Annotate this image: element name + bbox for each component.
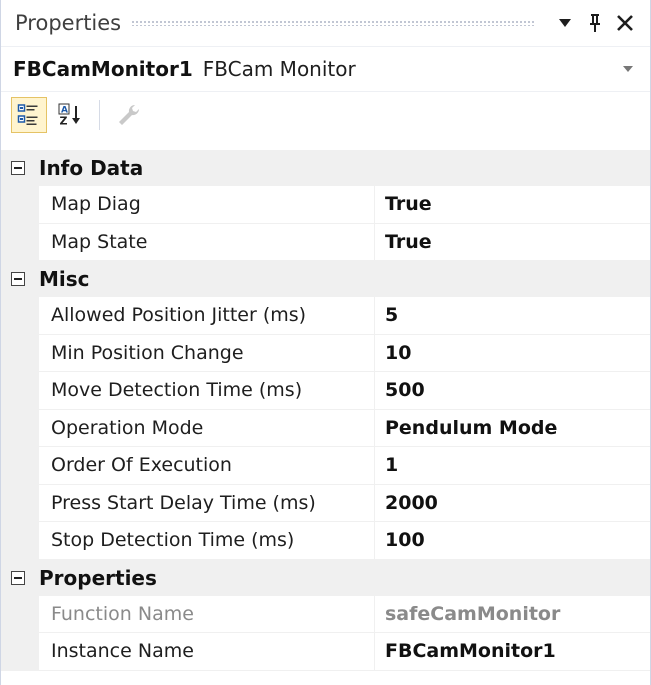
property-row-move-detection-time[interactable]: Move Detection Time (ms) 500: [1, 372, 650, 410]
property-value[interactable]: 2000: [375, 485, 650, 522]
property-value[interactable]: 1: [375, 447, 650, 485]
property-row-map-diag[interactable]: Map Diag True: [1, 186, 650, 224]
drag-grip[interactable]: [131, 20, 536, 26]
close-icon: [617, 15, 633, 31]
property-value[interactable]: 5: [375, 297, 650, 335]
property-name: Min Position Change: [39, 334, 375, 372]
pin-button[interactable]: [580, 8, 610, 38]
property-row-allowed-position-jitter[interactable]: Allowed Position Jitter (ms) 5: [1, 297, 650, 335]
property-row-min-position-change[interactable]: Min Position Change 10: [1, 334, 650, 372]
property-value[interactable]: True: [375, 186, 650, 224]
categorized-icon: [17, 104, 38, 125]
category-info-data[interactable]: Info Data: [1, 150, 650, 186]
category-properties[interactable]: Properties: [1, 559, 650, 596]
collapse-toggle[interactable]: [11, 161, 25, 175]
property-name: Move Detection Time (ms): [39, 372, 375, 410]
property-row-press-start-delay-time[interactable]: Press Start Delay Time (ms) 2000: [1, 484, 650, 522]
property-row-operation-mode[interactable]: Operation Mode Pendulum Mode: [1, 409, 650, 447]
alphabetical-button[interactable]: A Z: [53, 97, 89, 133]
property-value[interactable]: 100: [375, 522, 650, 560]
properties-toolbar: A Z: [1, 92, 650, 138]
object-selector-dropdown[interactable]: [618, 59, 638, 79]
pin-icon: [590, 14, 600, 32]
property-value[interactable]: FBCamMonitor1: [375, 633, 650, 671]
property-value[interactable]: True: [375, 224, 650, 261]
category-label: Misc: [39, 267, 90, 291]
chevron-down-icon: [623, 66, 633, 72]
property-name: Press Start Delay Time (ms): [39, 484, 375, 522]
properties-panel: Properties FBCamMonitor1 FBCam Monitor A…: [0, 0, 651, 685]
toolbar-separator: [99, 100, 100, 130]
collapse-toggle[interactable]: [11, 570, 25, 585]
property-value[interactable]: 500: [375, 372, 650, 410]
property-value[interactable]: 10: [375, 335, 650, 372]
property-row-order-of-execution[interactable]: Order Of Execution 1: [1, 447, 650, 485]
property-value[interactable]: Pendulum Mode: [375, 410, 650, 447]
object-selector[interactable]: FBCamMonitor1 FBCam Monitor: [1, 46, 650, 92]
svg-text:Z: Z: [60, 115, 68, 128]
property-name: Order Of Execution: [39, 447, 375, 485]
property-name: Allowed Position Jitter (ms): [39, 297, 375, 335]
property-name: Map Diag: [39, 186, 375, 224]
category-misc[interactable]: Misc: [1, 261, 650, 297]
property-name: Map State: [39, 223, 375, 261]
object-type: FBCam Monitor: [202, 57, 356, 81]
close-button[interactable]: [610, 8, 640, 38]
property-row-stop-detection-time[interactable]: Stop Detection Time (ms) 100: [1, 522, 650, 560]
property-row-instance-name[interactable]: Instance Name FBCamMonitor1: [1, 633, 650, 671]
property-row-map-state[interactable]: Map State True: [1, 223, 650, 261]
category-label: Info Data: [39, 156, 144, 180]
category-label: Properties: [39, 565, 157, 590]
property-grid: Info Data Map Diag True Map State True M…: [1, 150, 650, 671]
panel-titlebar[interactable]: Properties: [1, 0, 650, 46]
alphabetical-sort-icon: A Z: [58, 103, 80, 128]
property-value: safeCamMonitor: [375, 596, 650, 633]
property-pages-button: [110, 97, 146, 133]
window-position-dropdown-button[interactable]: [550, 8, 580, 38]
categorized-button[interactable]: [11, 97, 47, 133]
wrench-icon: [119, 104, 140, 125]
collapse-toggle[interactable]: [11, 272, 25, 286]
property-name: Stop Detection Time (ms): [39, 522, 375, 560]
property-name: Operation Mode: [39, 409, 375, 447]
panel-title: Properties: [15, 11, 122, 35]
property-name: Instance Name: [39, 633, 375, 671]
property-row-function-name[interactable]: Function Name safeCamMonitor: [1, 595, 650, 633]
object-name: FBCamMonitor1: [13, 57, 193, 81]
property-name: Function Name: [39, 595, 375, 633]
dropdown-arrow-icon: [559, 19, 571, 27]
